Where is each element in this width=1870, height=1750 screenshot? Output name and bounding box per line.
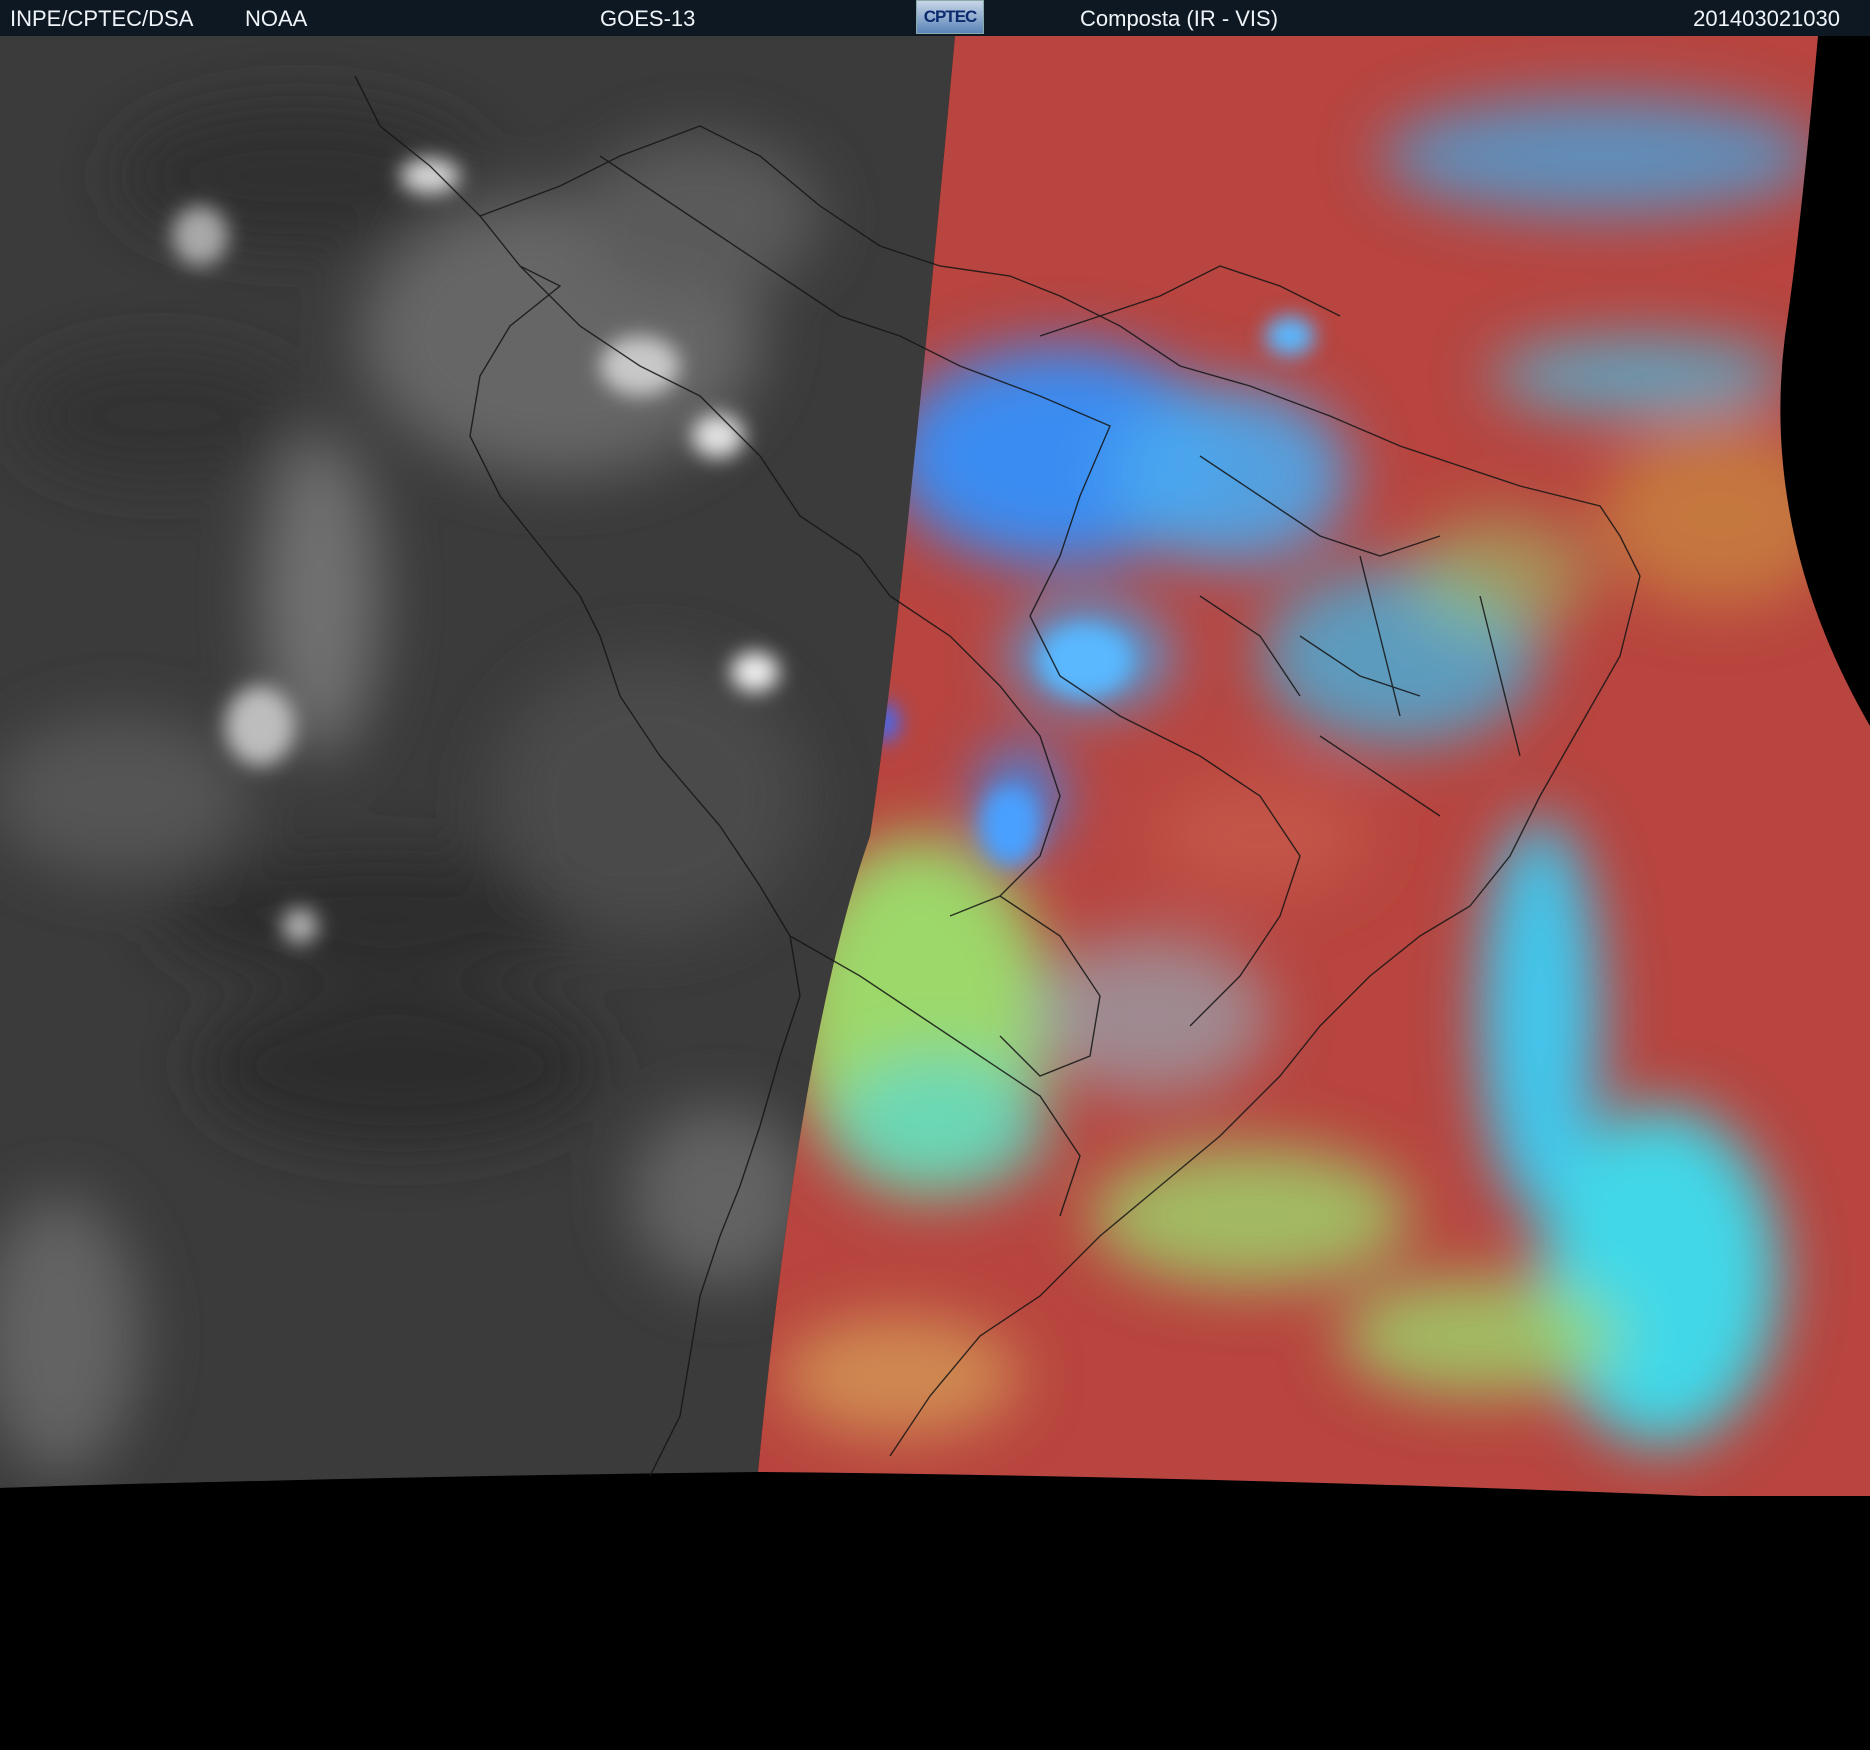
satellite-label: GOES-13 [600,6,696,31]
timestamp-label: 201403021030 [1693,6,1840,31]
cptec-logo-icon: CPTEC [916,0,984,34]
logo-text: CPTEC [923,7,978,26]
agency-label: NOAA [245,6,308,31]
organization-label: INPE/CPTEC/DSA [10,6,194,31]
satellite-map [0,36,1870,1750]
disk-edge [0,1478,1870,1750]
image-header: INPE/CPTEC/DSA NOAA GOES-13 CPTEC Compos… [0,0,1870,36]
product-label: Composta (IR - VIS) [1080,6,1279,31]
